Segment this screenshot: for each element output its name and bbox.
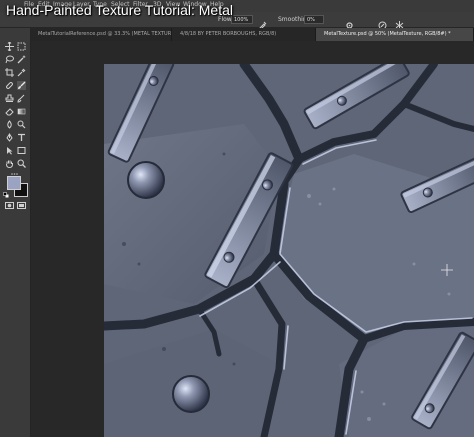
type-tool-icon[interactable] [17, 133, 26, 142]
healing-brush-tool-icon[interactable] [5, 81, 14, 90]
document-tab-bar: MetalTutorialReference.psd @ 33.3% (META… [30, 28, 474, 41]
zoom-tool-icon[interactable] [17, 159, 26, 168]
default-colors-icon[interactable] [3, 192, 9, 198]
symmetry-icon[interactable] [395, 15, 404, 30]
pen-tool-icon[interactable] [5, 133, 14, 142]
tab-metal-texture[interactable]: MetalTexture.psd @ 50% (MetalTexture, RG… [316, 28, 474, 41]
tab-peter-borboughs[interactable]: 4/8/18 BY PETER BORBOUGHS, RGB/8) [172, 28, 316, 41]
history-brush-tool-icon[interactable] [17, 94, 26, 103]
pressure-size-icon[interactable] [378, 15, 387, 30]
path-selection-tool-icon[interactable] [5, 146, 14, 155]
shape-tool-icon[interactable] [17, 146, 26, 155]
quick-mask-icon[interactable] [5, 201, 14, 210]
crop-tool-icon[interactable] [5, 68, 14, 77]
video-title: Hand-Painted Texture Tutorial: Metal [6, 2, 233, 18]
magic-wand-tool-icon[interactable] [17, 55, 26, 64]
blur-tool-icon[interactable] [5, 120, 14, 129]
marquee-tool-icon[interactable] [17, 42, 26, 51]
eraser-tool-icon[interactable] [5, 107, 14, 116]
hand-tool-icon[interactable] [5, 159, 14, 168]
eyedropper-tool-icon[interactable] [17, 68, 26, 77]
tools-panel [0, 28, 31, 437]
move-tool-icon[interactable] [5, 42, 14, 51]
lasso-tool-icon[interactable] [5, 55, 14, 64]
brush-tool-icon[interactable] [17, 81, 26, 90]
dodge-tool-icon[interactable] [17, 120, 26, 129]
screen-mode-icon[interactable] [17, 201, 26, 210]
smoothing-field[interactable]: 0% [304, 15, 324, 24]
metal-texture-painting [104, 64, 474, 437]
clone-stamp-tool-icon[interactable] [5, 94, 14, 103]
foreground-color-swatch[interactable] [7, 176, 21, 190]
gradient-tool-icon[interactable] [17, 107, 26, 116]
smoothing-gear-icon[interactable] [345, 15, 354, 29]
airbrush-icon[interactable] [258, 15, 267, 31]
flow-field[interactable]: 100% [231, 15, 253, 24]
document-canvas[interactable] [104, 64, 474, 437]
tab-metal-tutorial-reference[interactable]: MetalTutorialReference.psd @ 33.3% (META… [30, 28, 172, 41]
